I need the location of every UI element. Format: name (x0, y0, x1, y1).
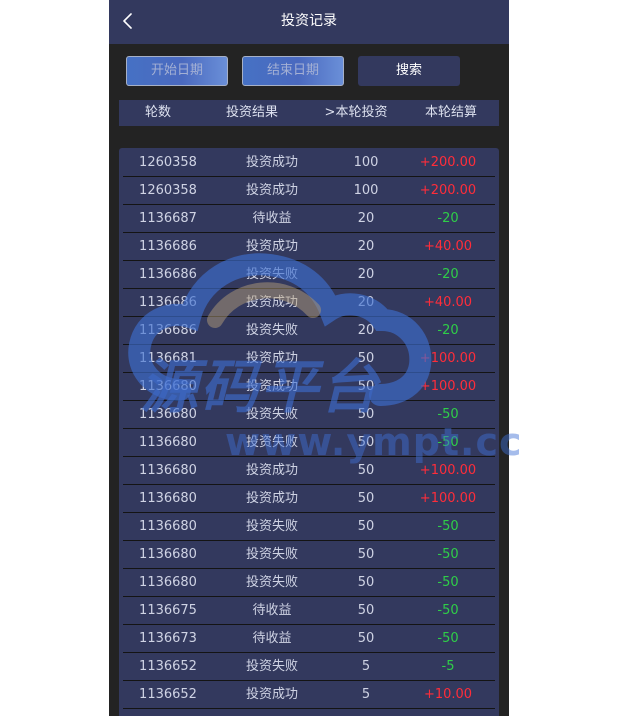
round-cell: 1136680 (139, 407, 197, 422)
column-header-round: 轮数 (144, 105, 171, 120)
row-divider (123, 708, 495, 709)
result-cell: 投资成功 (245, 183, 298, 198)
table-row: 1136680 投资失败 50 -50 (119, 429, 499, 457)
table-row: 1136680 投资失败 50 -50 (119, 513, 499, 541)
settlement-cell: -20 (437, 267, 459, 282)
filter-bar: 开始日期 结束日期 搜索 (109, 55, 509, 87)
round-cell: 1136680 (139, 547, 197, 562)
table-row: 1136681 投资成功 50 +100.00 (119, 345, 499, 373)
result-cell: 投资失败 (245, 519, 298, 534)
top-nav-bar: 投资记录 (109, 0, 509, 44)
settlement-cell: +100.00 (419, 379, 477, 394)
result-cell: 投资失败 (245, 267, 298, 282)
table-row: 1136686 投资成功 20 +40.00 (119, 289, 499, 317)
start-date-picker[interactable]: 开始日期 (126, 56, 228, 86)
table-row: 1260358 投资成功 100 +200.00 (119, 149, 499, 177)
table-row: 1136686 投资失败 20 -20 (119, 317, 499, 345)
records-table: 1260358 投资成功 100 +200.00 1260358 投资成功 100 +200.… (119, 148, 499, 716)
settlement-cell: +100.00 (419, 491, 477, 506)
settlement-cell: +40.00 (423, 295, 473, 310)
result-cell: 投资成功 (245, 463, 298, 478)
page-title: 投资记录 (281, 13, 337, 29)
round-cell: 1136675 (139, 603, 197, 618)
table-row: 1136680 投资成功 50 +100.00 (119, 373, 499, 401)
round-cell: 1136680 (139, 575, 197, 590)
table-row: 1136680 投资成功 50 +100.00 (119, 457, 499, 485)
result-cell: 投资成功 (245, 155, 298, 170)
table-row: 1136680 投资失败 50 -50 (119, 401, 499, 429)
column-header-amount: >本轮投资 (324, 105, 388, 120)
result-cell: 投资失败 (245, 323, 298, 338)
result-cell: 投资成功 (245, 295, 298, 310)
round-cell: 1136686 (139, 239, 197, 254)
settlement-cell: -50 (437, 519, 459, 534)
round-cell: 1136680 (139, 491, 197, 506)
round-cell: 1136686 (139, 267, 197, 282)
end-date-picker[interactable]: 结束日期 (242, 56, 344, 86)
round-cell: 1136681 (139, 351, 197, 366)
result-cell: 待收益 (252, 631, 292, 646)
table-header: 轮数 投资结果 >本轮投资 本轮结算 (119, 100, 499, 126)
round-cell: 1260358 (139, 183, 197, 198)
round-cell: 1136687 (139, 211, 197, 226)
round-cell: 1136680 (139, 519, 197, 534)
result-cell: 投资失败 (245, 575, 298, 590)
settlement-cell: -50 (437, 575, 459, 590)
result-cell: 待收益 (252, 211, 292, 226)
phone-screen: 投资记录 开始日期 结束日期 搜索 轮数 投资结果 >本轮投资 本轮结算 126… (109, 0, 509, 716)
column-header-settlement: 本轮结算 (424, 105, 477, 120)
round-cell: 1136686 (139, 295, 197, 310)
settlement-cell: -50 (437, 631, 459, 646)
search-button[interactable]: 搜索 (358, 56, 460, 86)
result-cell: 投资成功 (245, 687, 298, 702)
settlement-cell: +10.00 (423, 687, 473, 702)
table-row: 1136675 待收益 50 -50 (119, 597, 499, 625)
settlement-cell: -20 (437, 323, 459, 338)
round-cell: 1260358 (139, 155, 197, 170)
table-row: 1136652 投资成功 5 +10.00 (119, 681, 499, 709)
table-row: 1136687 待收益 20 -20 (119, 205, 499, 233)
round-cell: 1136673 (139, 631, 197, 646)
settlement-cell: -5 (441, 659, 455, 674)
table-row: 1136686 投资失败 20 -20 (119, 261, 499, 289)
round-cell: 1136680 (139, 435, 197, 450)
table-row: 1136686 投资成功 20 +40.00 (119, 233, 499, 261)
result-cell: 投资失败 (245, 435, 298, 450)
settlement-cell: +100.00 (419, 463, 477, 478)
round-cell: 1136652 (139, 687, 197, 702)
settlement-cell: -20 (437, 211, 459, 226)
settlement-cell: +40.00 (423, 239, 473, 254)
result-cell: 投资失败 (245, 547, 298, 562)
table-row: 1260358 投资成功 100 +200.00 (119, 177, 499, 205)
result-cell: 待收益 (252, 603, 292, 618)
settlement-cell: -50 (437, 435, 459, 450)
settlement-cell: -50 (437, 547, 459, 562)
result-cell: 投资成功 (245, 491, 298, 506)
settlement-cell: +100.00 (419, 351, 477, 366)
table-row: 1136652 投资失败 5 -5 (119, 653, 499, 681)
result-cell: 投资失败 (245, 407, 298, 422)
result-cell: 投资成功 (245, 379, 298, 394)
table-row: 1136680 投资失败 50 -50 (119, 541, 499, 569)
table-row: 1136680 投资失败 50 -50 (119, 569, 499, 597)
settlement-cell: -50 (437, 407, 459, 422)
result-cell: 投资成功 (245, 351, 298, 366)
round-cell: 1136686 (139, 323, 197, 338)
settlement-cell: -50 (437, 603, 459, 618)
round-cell: 1136680 (139, 379, 197, 394)
settlement-cell: +200.00 (419, 155, 477, 170)
table-row: 1136673 待收益 50 -50 (119, 625, 499, 653)
table-row: 1136680 投资成功 50 +100.00 (119, 485, 499, 513)
round-cell: 1136652 (139, 659, 197, 674)
round-cell: 1136680 (139, 463, 197, 478)
column-header-result: 投资结果 (225, 105, 278, 120)
settlement-cell: +200.00 (419, 183, 477, 198)
result-cell: 投资失败 (245, 659, 298, 674)
result-cell: 投资成功 (245, 239, 298, 254)
